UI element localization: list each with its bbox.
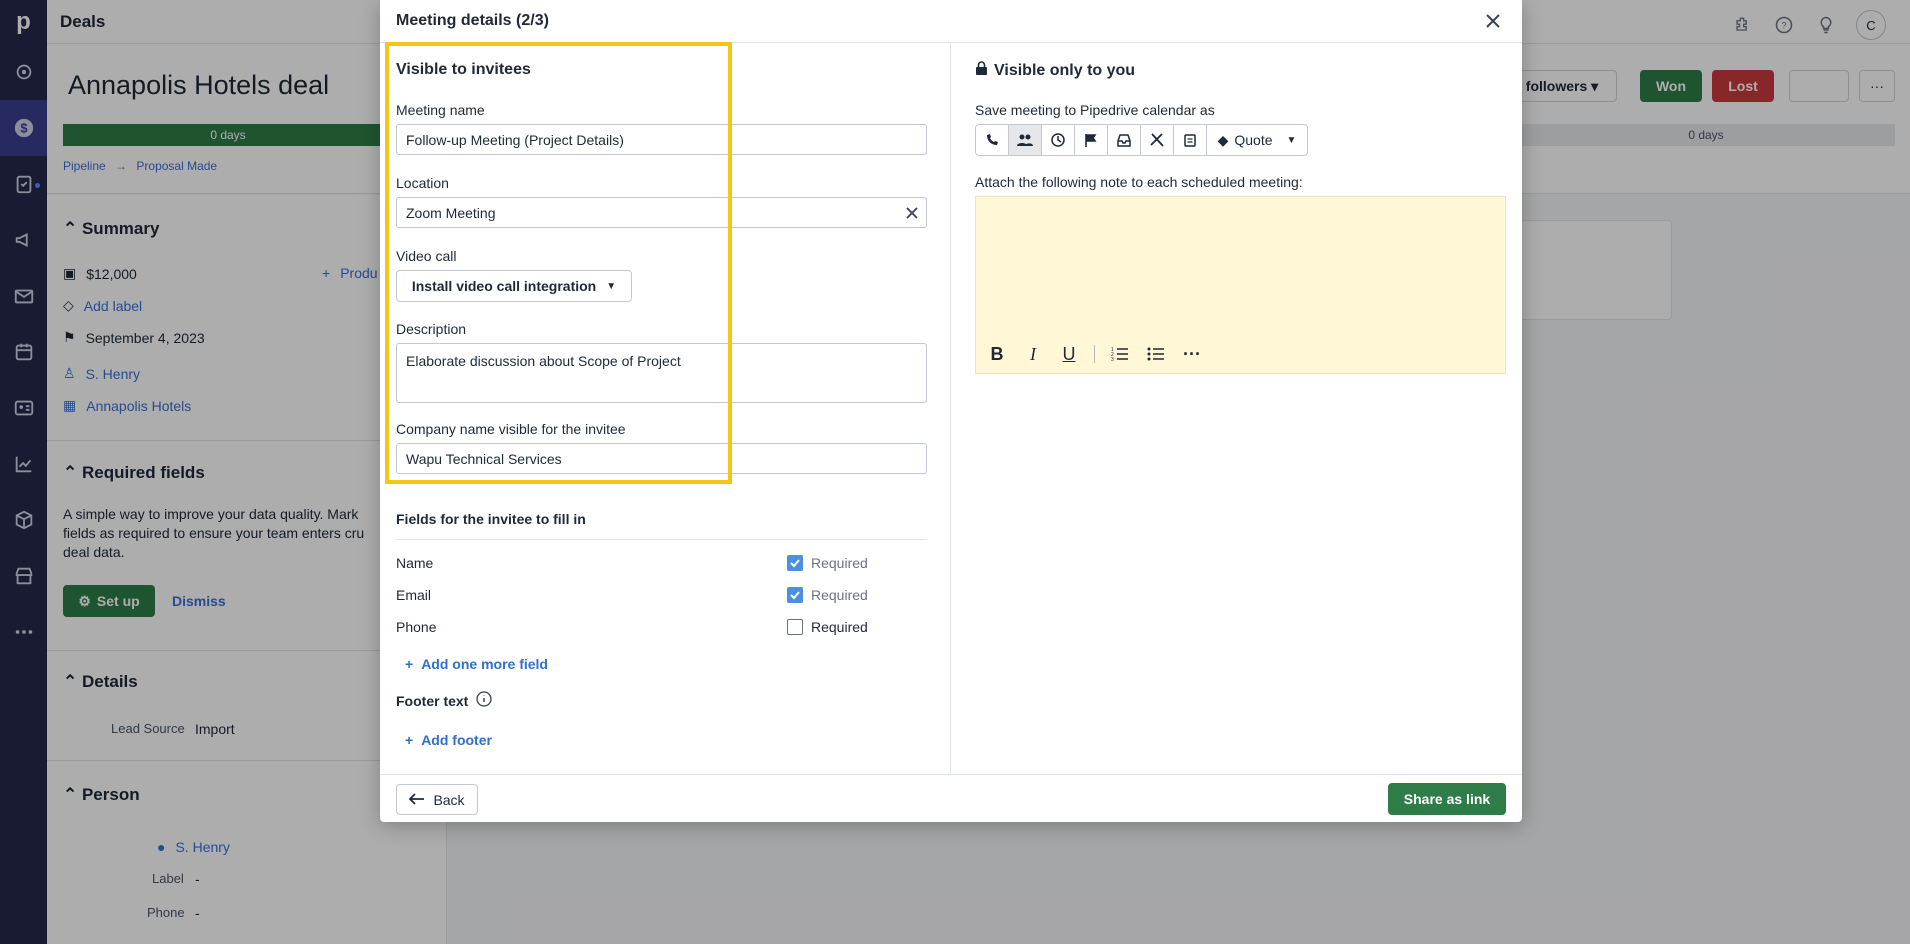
note-formatting-toolbar: B I U 123 ···: [986, 343, 1203, 365]
visible-only-to-you-heading: Visible only to you: [975, 61, 1135, 80]
save-as-label: Save meeting to Pipedrive calendar as: [975, 102, 1215, 118]
field-row-phone: Phone Required: [396, 619, 868, 635]
meeting-name-input[interactable]: [396, 124, 927, 155]
flag-type-icon[interactable]: [1075, 125, 1108, 155]
location-input[interactable]: [396, 197, 927, 228]
call-type-icon[interactable]: [976, 125, 1009, 155]
back-button[interactable]: Back: [396, 784, 478, 815]
toolbar-divider: [1094, 345, 1095, 363]
field-row-email: Email Required: [396, 587, 868, 603]
task-type-icon[interactable]: [1174, 125, 1207, 155]
share-as-link-button[interactable]: Share as link: [1388, 783, 1506, 815]
bullet-list-icon[interactable]: [1145, 343, 1167, 365]
info-icon[interactable]: [476, 691, 492, 710]
underline-icon[interactable]: U: [1058, 343, 1080, 365]
clock-type-icon[interactable]: [1042, 125, 1075, 155]
plus-icon: +: [405, 732, 414, 748]
note-editor[interactable]: B I U 123 ···: [975, 196, 1506, 374]
meeting-details-modal: Meeting details (2/3) Visible to invitee…: [380, 0, 1522, 822]
note-label: Attach the following note to each schedu…: [975, 174, 1303, 190]
private-column: Visible only to you Save meeting to Pipe…: [951, 43, 1522, 774]
svg-text:3: 3: [1111, 357, 1114, 362]
caret-down-icon: ▼: [606, 280, 617, 292]
description-label: Description: [396, 321, 467, 337]
phone-required-checkbox[interactable]: [787, 619, 803, 635]
italic-icon[interactable]: I: [1022, 343, 1044, 365]
email-required-checkbox[interactable]: [787, 587, 803, 603]
plus-icon: +: [405, 656, 414, 672]
caret-down-icon: ▼: [1286, 134, 1297, 146]
location-label: Location: [396, 175, 449, 191]
modal-footer: Back Share as link: [380, 774, 1522, 822]
invitee-fields-heading: Fields for the invitee to fill in: [396, 511, 927, 540]
tag-icon: ◆: [1217, 131, 1229, 148]
inbox-type-icon[interactable]: [1108, 125, 1141, 155]
name-required-checkbox[interactable]: [787, 555, 803, 571]
more-formatting-icon[interactable]: ···: [1181, 343, 1203, 365]
invitee-visible-column: Visible to invitees Meeting name Locatio…: [380, 43, 951, 774]
numbered-list-icon[interactable]: 123: [1109, 343, 1131, 365]
activity-type-selector: ◆ Quote ▼: [975, 124, 1308, 156]
meeting-type-icon[interactable]: [1009, 125, 1042, 155]
meeting-name-label: Meeting name: [396, 102, 485, 118]
field-row-name: Name Required: [396, 555, 868, 571]
modal-title: Meeting details (2/3): [380, 0, 1522, 43]
visible-to-invitees-heading: Visible to invitees: [396, 61, 531, 78]
footer-text-label: Footer text: [396, 691, 492, 710]
utensils-type-icon[interactable]: [1141, 125, 1174, 155]
company-name-label: Company name visible for the invitee: [396, 421, 626, 437]
quote-type-dropdown[interactable]: ◆ Quote ▼: [1207, 125, 1307, 155]
clear-location-icon[interactable]: [902, 203, 922, 223]
install-video-call-button[interactable]: Install video call integration ▼: [396, 270, 632, 302]
add-one-more-field-link[interactable]: + Add one more field: [405, 656, 548, 672]
lock-icon: [975, 61, 988, 80]
description-textarea[interactable]: Elaborate discussion about Scope of Proj…: [396, 343, 927, 403]
arrow-left-icon: [409, 792, 425, 808]
video-call-label: Video call: [396, 248, 457, 264]
close-icon[interactable]: [1482, 10, 1504, 32]
bold-icon[interactable]: B: [986, 343, 1008, 365]
company-name-input[interactable]: [396, 443, 927, 474]
add-footer-link[interactable]: + Add footer: [405, 732, 492, 748]
